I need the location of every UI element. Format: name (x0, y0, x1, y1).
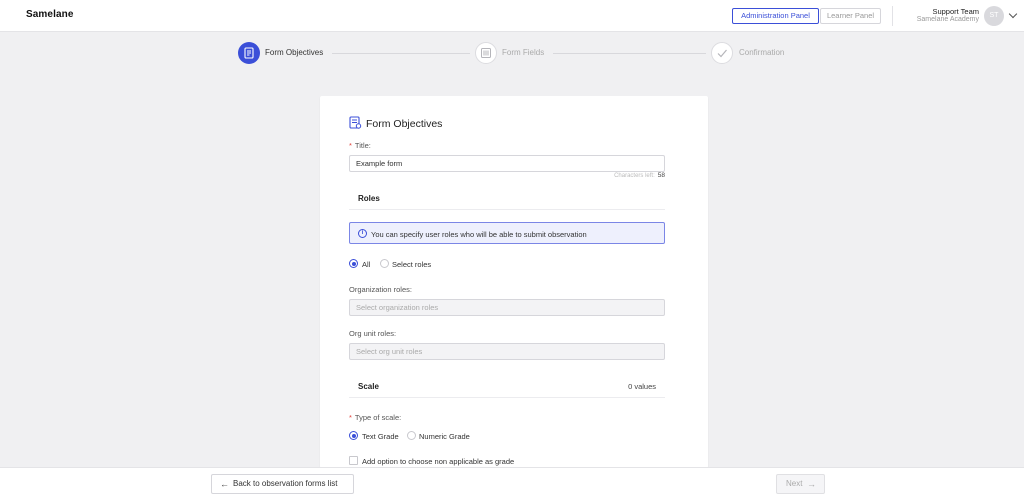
roles-section-header: Roles (349, 186, 665, 210)
arrow-left-icon: ← (220, 479, 229, 489)
card-title: Form Objectives (366, 118, 443, 130)
org-unit-roles-label: Org unit roles: (349, 329, 397, 338)
back-button-label: Back to observation forms list (233, 479, 338, 488)
administration-panel-button[interactable]: Administration Panel (732, 8, 819, 24)
user-name[interactable]: Support Team (889, 7, 979, 16)
learner-panel-button[interactable]: Learner Panel (820, 8, 881, 24)
roles-select-radio[interactable] (380, 259, 389, 268)
step-connector (553, 53, 706, 54)
avatar[interactable]: ST (984, 6, 1004, 26)
roles-info-text: You can specify user roles who will be a… (371, 229, 587, 239)
arrow-right-icon: → (807, 479, 816, 489)
title-input[interactable]: Example form (349, 155, 665, 172)
org-unit-roles-select[interactable]: Select org unit roles (349, 343, 665, 360)
organization-roles-select[interactable]: Select organization roles (349, 299, 665, 316)
title-label: * Title: (349, 141, 371, 150)
text-grade-label[interactable]: Text Grade (362, 432, 399, 441)
step-form-objectives-icon (238, 42, 260, 64)
app-logo[interactable]: Samelane (26, 9, 74, 20)
type-of-scale-label: * Type of scale: (349, 413, 402, 422)
numeric-grade-label[interactable]: Numeric Grade (419, 432, 470, 441)
text-grade-radio[interactable] (349, 431, 358, 440)
non-applicable-label[interactable]: Add option to choose non applicable as g… (362, 457, 514, 466)
user-organization: Samelane Academy (916, 16, 979, 23)
roles-heading: Roles (358, 194, 380, 203)
next-button-label: Next (786, 479, 803, 488)
step-label-form-fields: Form Fields (502, 48, 545, 57)
back-button[interactable]: ← Back to observation forms list (211, 474, 354, 494)
info-icon: i (358, 229, 367, 238)
scale-heading: Scale (358, 382, 379, 391)
roles-select-label[interactable]: Select roles (392, 260, 431, 269)
organization-roles-label: Organization roles: (349, 285, 412, 294)
step-connector (332, 53, 470, 54)
roles-all-label[interactable]: All (362, 260, 370, 269)
scale-section-header: Scale 0 values (349, 374, 665, 398)
step-label-form-objectives: Form Objectives (265, 48, 324, 57)
step-form-fields-icon (475, 42, 497, 64)
non-applicable-checkbox[interactable] (349, 456, 358, 465)
scale-values-count: 0 values (628, 382, 656, 391)
next-button[interactable]: Next → (776, 474, 825, 494)
roles-all-radio[interactable] (349, 259, 358, 268)
bottom-bar (0, 467, 1024, 499)
characters-left: Characters left: 58 (614, 172, 665, 179)
step-label-confirmation: Confirmation (739, 48, 785, 57)
step-confirmation-icon (711, 42, 733, 64)
numeric-grade-radio[interactable] (407, 431, 416, 440)
form-objectives-icon (349, 116, 362, 135)
roles-info-box: i You can specify user roles who will be… (349, 222, 665, 244)
